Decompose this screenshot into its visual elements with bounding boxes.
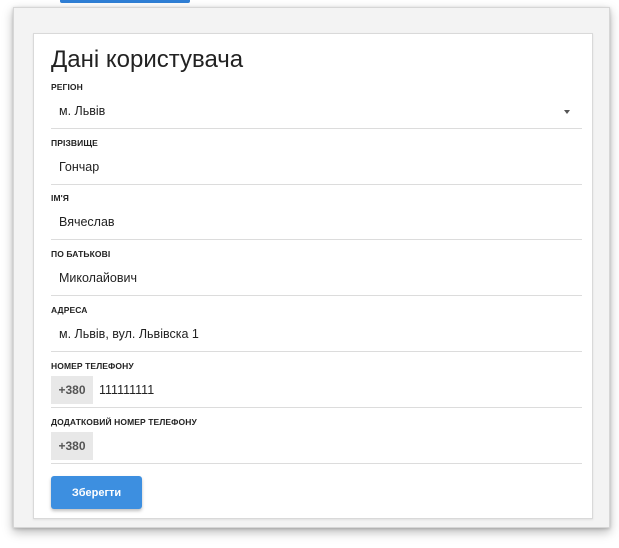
patronymic-field: ПО БАТЬКОВІ: [51, 248, 582, 296]
first-name-field: ІМ'Я: [51, 192, 582, 240]
address-field: АДРЕСА: [51, 304, 582, 352]
address-input[interactable]: [51, 316, 582, 351]
user-data-card: Дані користувача РЕГІОН м. Львів ПРІЗВИЩ…: [33, 33, 593, 519]
surname-label: ПРІЗВИЩЕ: [51, 138, 98, 148]
save-button[interactable]: Зберегти: [51, 476, 142, 509]
phone-prefix: +380: [51, 375, 93, 404]
surname-input[interactable]: [51, 149, 582, 184]
extra-phone-input[interactable]: [93, 428, 582, 463]
region-label: РЕГІОН: [51, 82, 83, 92]
first-name-input[interactable]: [51, 204, 582, 239]
first-name-label: ІМ'Я: [51, 193, 69, 203]
phone-label: НОМЕР ТЕЛЕФОНУ: [51, 361, 134, 371]
phone-field: НОМЕР ТЕЛЕФОНУ +380: [51, 360, 582, 408]
top-accent-bar: [60, 0, 190, 4]
outer-card: Дані користувача РЕГІОН м. Львів ПРІЗВИЩ…: [13, 7, 610, 528]
region-value: м. Львів: [59, 103, 106, 118]
phone-input[interactable]: [93, 372, 582, 407]
patronymic-input[interactable]: [51, 260, 582, 295]
region-select[interactable]: м. Львів: [51, 93, 582, 129]
surname-field: ПРІЗВИЩЕ: [51, 137, 582, 185]
region-field: РЕГІОН м. Львів: [51, 81, 582, 129]
caret-down-icon[interactable]: [564, 110, 570, 114]
address-label: АДРЕСА: [51, 305, 88, 315]
extra-phone-prefix: +380: [51, 431, 93, 460]
page-title: Дані користувача: [51, 46, 244, 73]
patronymic-label: ПО БАТЬКОВІ: [51, 249, 111, 259]
extra-phone-label: ДОДАТКОВИЙ НОМЕР ТЕЛЕФОНУ: [51, 417, 197, 427]
extra-phone-field: ДОДАТКОВИЙ НОМЕР ТЕЛЕФОНУ +380: [51, 416, 582, 464]
